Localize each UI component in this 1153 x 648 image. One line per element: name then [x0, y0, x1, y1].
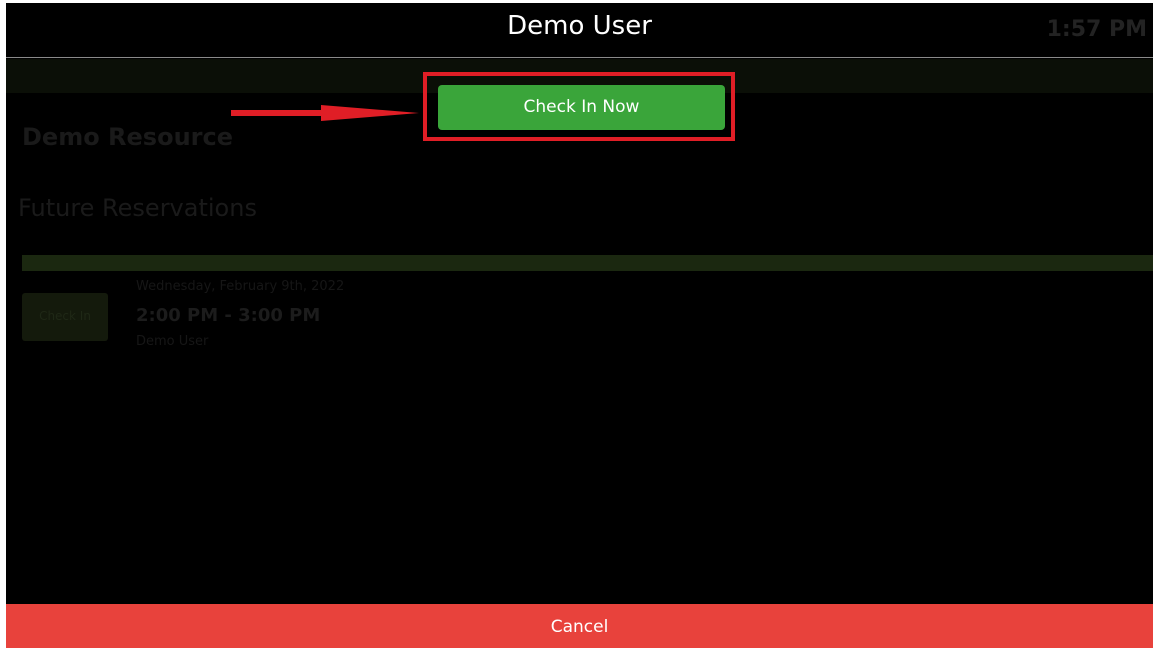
resource-name: Demo Resource — [22, 123, 234, 151]
future-reservations-heading: Future Reservations — [18, 194, 257, 222]
reservation-date: Wednesday, February 9th, 2022 — [136, 279, 345, 294]
modal-title: Demo User — [507, 11, 652, 41]
cancel-button[interactable]: Cancel — [6, 604, 1153, 648]
right-arrow-icon — [231, 105, 419, 121]
reservation-checkin-thumb-label: Check In — [39, 309, 91, 323]
section-divider-bar — [22, 255, 1153, 271]
title-divider — [6, 57, 1153, 58]
reservation-time-range: 2:00 PM - 3:00 PM — [136, 305, 321, 326]
reservation-user: Demo User — [136, 334, 209, 349]
kiosk-screen: 1:57 PM Demo Resource Future Reservation… — [6, 3, 1153, 648]
check-in-now-button[interactable]: Check In Now — [438, 85, 725, 130]
